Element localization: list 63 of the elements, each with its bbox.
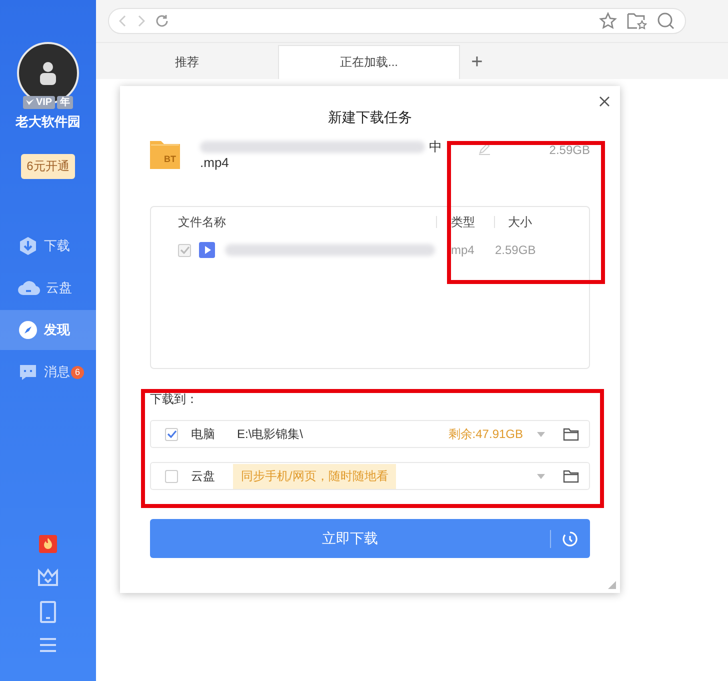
nav-label: 发现	[44, 321, 70, 339]
browser-tab[interactable]: 正在加载...	[278, 45, 460, 79]
nav-label: 消息	[44, 363, 70, 381]
save-path: E:\电影锦集\	[237, 426, 304, 442]
cloud-hint: 同步手机/网页，随时随地看	[233, 464, 396, 488]
total-size: 2.59GB	[549, 143, 590, 157]
vip-badge: VIP	[22, 96, 56, 109]
destination-label: 电脑	[191, 426, 216, 442]
folder-star-icon[interactable]	[627, 12, 647, 30]
destination-row[interactable]: 云盘 同步手机/网页，随时随地看	[150, 462, 590, 490]
pencil-icon[interactable]	[478, 142, 491, 155]
resize-grip-icon[interactable]	[608, 581, 616, 589]
destination-label: 云盘	[191, 468, 216, 484]
column-header: 文件名称	[178, 214, 227, 230]
menu-icon[interactable]	[39, 637, 57, 653]
address-bar[interactable]	[108, 8, 686, 34]
file-name: .mp4	[200, 155, 229, 170]
phone-icon[interactable]	[40, 601, 56, 623]
file-name-fragment: 中	[429, 138, 442, 156]
file-type-label: BT	[164, 154, 176, 164]
chat-icon	[18, 363, 38, 381]
video-file-icon	[199, 242, 215, 258]
destination-row[interactable]: 电脑 E:\电影锦集\ 剩余:47.91GB	[150, 420, 590, 448]
browser-tab[interactable]: 推荐	[96, 45, 278, 79]
star-icon[interactable]	[599, 12, 617, 30]
nav-item[interactable]: 下载	[0, 226, 96, 266]
file-size: 2.59GB	[495, 243, 536, 257]
column-header: 类型	[450, 214, 476, 230]
user-name: 老大软件园	[16, 113, 80, 131]
clock-icon	[562, 530, 578, 546]
destination-heading: 下载到：	[150, 391, 199, 408]
checkbox[interactable]	[165, 470, 178, 482]
folder-icon[interactable]	[563, 470, 579, 482]
nav-label: 下载	[44, 237, 70, 255]
forward-icon[interactable]	[137, 15, 145, 27]
nav-item[interactable]: 云盘	[0, 268, 96, 308]
search-icon[interactable]	[657, 12, 675, 30]
checkbox[interactable]	[165, 428, 178, 440]
free-space: 剩余:47.91GB	[448, 426, 523, 442]
cloud-icon	[18, 279, 40, 297]
unread-badge: 6	[71, 366, 84, 378]
compass-icon	[18, 320, 38, 340]
column-header: 大小	[507, 214, 532, 230]
dropdown-caret-icon[interactable]	[537, 474, 545, 478]
new-tab-button[interactable]: +	[460, 45, 494, 79]
flame-icon[interactable]	[39, 535, 57, 553]
download-icon	[18, 236, 38, 256]
nav-item[interactable]: 消息 6	[0, 352, 96, 392]
nav-item[interactable]: 发现	[0, 310, 96, 350]
download-button[interactable]: 立即下载	[150, 519, 590, 558]
folder-icon[interactable]	[563, 428, 579, 440]
reload-icon[interactable]	[155, 14, 169, 28]
vip-term-badge: 年	[57, 96, 74, 109]
back-icon[interactable]	[119, 15, 127, 27]
upgrade-button[interactable]: 6元开通	[20, 154, 76, 179]
folder-icon	[150, 139, 180, 169]
check-icon	[26, 99, 34, 106]
nav-label: 云盘	[46, 279, 72, 297]
close-icon[interactable]	[599, 96, 610, 107]
dropdown-caret-icon[interactable]	[537, 432, 545, 436]
file-type: mp4	[451, 243, 476, 257]
dialog-title: 新建下载任务	[327, 109, 413, 127]
crown-icon[interactable]	[37, 567, 59, 587]
